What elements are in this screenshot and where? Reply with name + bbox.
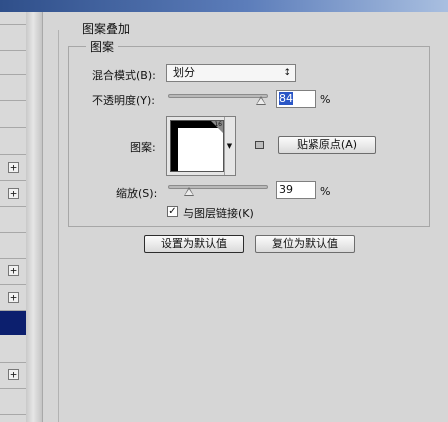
add-effect-button[interactable]: + — [8, 292, 19, 303]
list-divider — [0, 100, 26, 101]
link-with-layer-label: 与图层链接(K) — [183, 207, 254, 220]
list-item-selected[interactable] — [0, 311, 26, 335]
list-divider — [0, 232, 26, 233]
opacity-slider[interactable] — [168, 94, 268, 98]
list-divider — [0, 180, 26, 181]
list-divider — [0, 154, 26, 155]
scrollbar[interactable] — [26, 12, 43, 422]
list-divider — [0, 74, 26, 75]
scale-value: 39 — [279, 183, 293, 196]
list-divider — [0, 24, 26, 25]
pattern-picker[interactable]: 16 ▼ — [166, 116, 236, 176]
window-titlebar — [0, 0, 448, 12]
list-divider — [0, 127, 26, 128]
add-effect-button[interactable]: + — [8, 369, 19, 380]
pattern-swatch[interactable]: 16 — [170, 120, 224, 172]
pattern-dropdown-arrow-icon[interactable]: ▼ — [224, 117, 234, 175]
list-divider — [0, 388, 26, 389]
blend-mode-select[interactable]: 划分 ↕ — [166, 64, 296, 82]
link-with-layer-checkbox[interactable]: ✓ — [167, 206, 178, 217]
pattern-size-badge: 16 — [214, 121, 222, 128]
opacity-slider-thumb[interactable] — [256, 96, 266, 105]
list-divider — [0, 50, 26, 51]
list-divider — [0, 414, 26, 415]
new-preset-icon[interactable] — [255, 141, 264, 149]
panel-divider — [58, 30, 59, 422]
blend-mode-label: 混合模式(B): — [92, 69, 156, 82]
blend-mode-value: 划分 — [173, 66, 195, 79]
add-effect-button[interactable]: + — [8, 188, 19, 199]
add-effect-button[interactable]: + — [8, 162, 19, 173]
scale-unit: % — [320, 185, 331, 198]
add-effect-button[interactable]: + — [8, 265, 19, 276]
list-divider — [0, 362, 26, 363]
list-divider — [0, 258, 26, 259]
list-divider — [0, 206, 26, 207]
scale-slider-thumb[interactable] — [184, 187, 194, 196]
scale-label: 缩放(S): — [116, 187, 158, 200]
layer-style-list: + + + + + — [0, 12, 27, 422]
snap-to-origin-button[interactable]: 贴紧原点(A) — [278, 136, 376, 154]
reset-to-default-button[interactable]: 复位为默认值 — [255, 235, 355, 253]
opacity-label: 不透明度(Y): — [92, 94, 156, 107]
opacity-value: 84 — [279, 92, 293, 105]
list-divider — [0, 284, 26, 285]
updown-arrow-icon: ↕ — [283, 68, 291, 78]
section-title: 图案 — [86, 38, 119, 55]
opacity-input[interactable]: 84 — [276, 90, 316, 108]
scale-slider[interactable] — [168, 185, 268, 189]
opacity-unit: % — [320, 93, 331, 106]
group-title: 图案叠加 — [82, 22, 131, 36]
scale-input[interactable]: 39 — [276, 181, 316, 199]
make-default-button[interactable]: 设置为默认值 — [144, 235, 244, 253]
pattern-label: 图案: — [130, 141, 156, 154]
